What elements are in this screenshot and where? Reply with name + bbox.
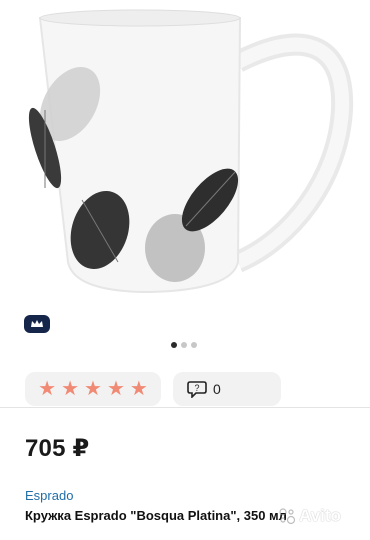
divider [0, 407, 370, 408]
pagination-dot-2[interactable] [181, 342, 187, 348]
avito-logo-icon [279, 508, 296, 525]
rating-card[interactable]: ★ ★ ★ ★ ★ [25, 372, 161, 406]
pagination-dot-3[interactable] [191, 342, 197, 348]
watermark-text: Avito [299, 506, 341, 525]
star-icon: ★ [61, 378, 80, 400]
star-icon: ★ [129, 378, 148, 400]
reviews-count: 0 [213, 381, 221, 397]
brand-link[interactable]: Esprado [25, 488, 73, 503]
crown-badge [24, 315, 50, 333]
pagination-dot-1[interactable] [171, 342, 177, 348]
star-icon: ★ [38, 378, 57, 400]
star-icon: ★ [106, 378, 125, 400]
price: 705 ₽ [25, 435, 90, 462]
gallery-pagination[interactable] [171, 342, 197, 348]
reviews-button[interactable]: ? 0 [173, 372, 281, 406]
svg-text:?: ? [194, 383, 199, 393]
mug-image [28, 9, 354, 294]
star-icon: ★ [84, 378, 102, 400]
question-bubble-icon: ? [187, 381, 207, 398]
avito-watermark: Avito [278, 505, 364, 527]
crown-icon [31, 320, 43, 327]
product-photo[interactable] [0, 0, 370, 300]
